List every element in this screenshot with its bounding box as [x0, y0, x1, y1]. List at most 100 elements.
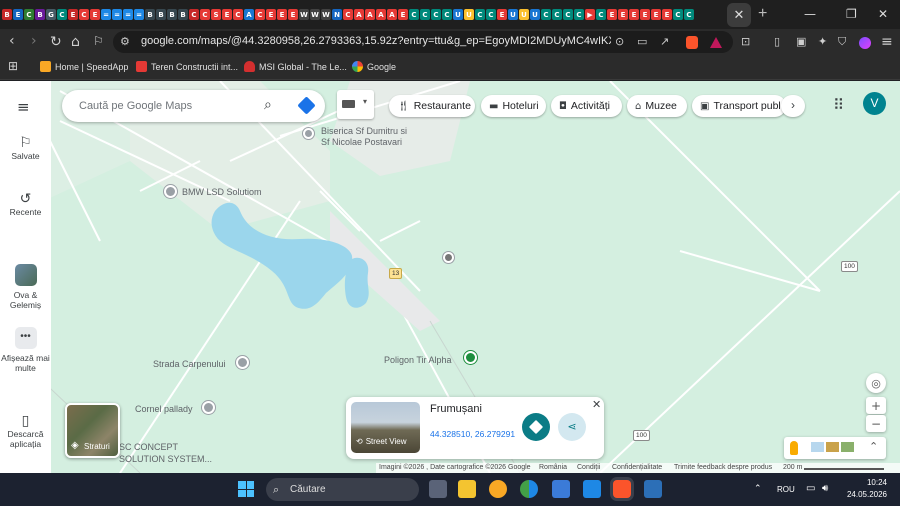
tab-favicon[interactable]: U — [453, 9, 463, 20]
tab-favicon[interactable]: W — [299, 9, 309, 20]
attribution-country[interactable]: România — [539, 464, 567, 471]
tab-favicon[interactable]: C — [541, 9, 551, 20]
sidebar-search-icon[interactable]: ⊡ — [741, 35, 750, 48]
maps-menu-icon[interactable]: ≡ — [17, 98, 30, 116]
attribution-terms[interactable]: Condiții — [577, 464, 600, 471]
tab-favicon[interactable]: = — [123, 9, 133, 20]
extensions-icon[interactable]: ✦ — [818, 35, 827, 48]
church-pin-icon[interactable] — [303, 128, 314, 139]
tab-favicon[interactable]: B — [35, 9, 45, 20]
site-settings-icon[interactable]: ⚙ — [120, 35, 130, 48]
chip-transit[interactable]: ▣ Transport publ — [692, 95, 786, 117]
bmw-pin-icon[interactable] — [164, 185, 177, 198]
tab-favicon[interactable]: A — [365, 9, 375, 20]
bookmark-speedapp[interactable]: Home | SpeedApp — [40, 61, 128, 72]
attribution-privacy[interactable]: Confidențialitate — [612, 464, 662, 471]
rail-recent[interactable]: ↺ Recente — [0, 192, 51, 217]
pegman-icon[interactable] — [790, 441, 798, 455]
tab-favicon[interactable]: C — [431, 9, 441, 20]
brave-taskbar-icon[interactable] — [613, 480, 631, 498]
search-icon[interactable]: ⌕ — [264, 97, 272, 113]
home-icon[interactable]: ⌂ — [71, 34, 80, 50]
street-view-label[interactable]: ⟲ Street View — [356, 437, 406, 446]
maps-search-input[interactable]: Caută pe Google Maps — [79, 100, 192, 112]
tab-favicon[interactable]: E — [629, 9, 639, 20]
taskbar-search[interactable] — [266, 478, 419, 501]
tab-favicon[interactable]: G — [46, 9, 56, 20]
terrain-view-icon[interactable] — [826, 442, 839, 452]
tab-favicon[interactable]: C — [442, 9, 452, 20]
tab-favicon[interactable]: E — [618, 9, 628, 20]
tab-favicon[interactable]: W — [321, 9, 331, 20]
menu-icon[interactable]: ≡ — [881, 34, 893, 50]
tab-favicon[interactable]: C — [233, 9, 243, 20]
tab-favicon[interactable]: U — [530, 9, 540, 20]
attribution-feedback[interactable]: Trimite feedback despre produs — [674, 464, 772, 471]
store-icon[interactable] — [552, 480, 570, 498]
tab-favicon[interactable]: N — [332, 9, 342, 20]
tab-favicon[interactable]: W — [310, 9, 320, 20]
minimize-icon[interactable]: — — [804, 7, 816, 21]
card-share-button[interactable]: ⋖ — [558, 413, 586, 441]
tab-favicon[interactable]: = — [101, 9, 111, 20]
tab-favicon[interactable]: = — [134, 9, 144, 20]
zoom-out-button[interactable]: − — [866, 415, 886, 432]
tab-favicon[interactable]: C — [475, 9, 485, 20]
tab-favicon[interactable]: E — [497, 9, 507, 20]
forward-icon[interactable]: › — [31, 33, 37, 49]
tab-favicon[interactable]: E — [607, 9, 617, 20]
sidebar-icon[interactable]: ▯ — [774, 35, 780, 48]
url-text[interactable]: google.com/maps/@44.3280958,26.2793363,1… — [141, 35, 611, 47]
poligon-pin-icon[interactable] — [464, 351, 477, 364]
reload-icon[interactable]: ↻ — [50, 34, 62, 50]
brave-shields-icon[interactable] — [686, 36, 698, 49]
new-tab-button[interactable]: + — [758, 5, 767, 23]
tab-favicon[interactable]: C — [574, 9, 584, 20]
rail-show-more[interactable]: ••• Afișează mai multe — [0, 327, 51, 373]
calculator-icon[interactable] — [644, 480, 662, 498]
expand-controls-icon[interactable]: ⌃ — [869, 440, 878, 453]
carpenului-label[interactable]: Strada Carpenului — [153, 359, 226, 369]
tab-favicon[interactable]: C — [79, 9, 89, 20]
tab-favicon[interactable]: E — [266, 9, 276, 20]
church-label[interactable]: Biserica Sf Dumitru si Sf Nicolae Postav… — [321, 126, 407, 148]
zoom-in-button[interactable]: + — [866, 397, 886, 414]
close-window-icon[interactable]: ✕ — [878, 7, 888, 21]
install-app-icon[interactable]: ▭ — [637, 35, 647, 48]
tab-favicon[interactable]: A — [354, 9, 364, 20]
brave-rewards-icon[interactable] — [710, 37, 722, 48]
tab-favicon[interactable]: C — [563, 9, 573, 20]
globe-view-icon[interactable] — [811, 442, 824, 452]
tab-favicon[interactable]: C — [684, 9, 694, 20]
file-explorer-icon[interactable] — [458, 480, 476, 498]
task-view-icon[interactable] — [429, 480, 447, 498]
location-icon[interactable]: ⊙ — [615, 35, 624, 48]
scale-label[interactable]: 200 m — [783, 464, 802, 471]
apps-grid-icon[interactable]: ⊞ — [8, 59, 18, 73]
bookmark-msi[interactable]: MSI Global - The Le... — [244, 61, 347, 72]
rail-ova-gelemis[interactable]: Ova & Gelemiș — [0, 264, 51, 310]
mail-icon[interactable] — [583, 480, 601, 498]
tab-favicon[interactable]: C — [57, 9, 67, 20]
unknown-pin-icon[interactable] — [443, 252, 454, 263]
chip-hotels[interactable]: ▬ Hoteluri — [481, 95, 546, 117]
tab-favicon[interactable]: E — [640, 9, 650, 20]
maximize-icon[interactable]: ❐ — [846, 7, 857, 21]
tab-favicon[interactable]: S — [211, 9, 221, 20]
weather-icon[interactable] — [489, 480, 507, 498]
tab-favicon[interactable]: C — [409, 9, 419, 20]
tab-favicon[interactable]: E — [651, 9, 661, 20]
tab-favicon[interactable]: B — [178, 9, 188, 20]
chip-activities[interactable]: ◘ Activități — [551, 95, 622, 117]
google-apps-icon[interactable]: ⠿ — [833, 96, 844, 114]
taskbar-search-input[interactable]: Căutare — [290, 484, 326, 495]
bookmark-teren[interactable]: Teren Constructii int... — [136, 61, 238, 72]
tab-favicon[interactable]: C — [255, 9, 265, 20]
place-title[interactable]: Frumușani — [430, 403, 482, 415]
tab-favicon[interactable]: A — [387, 9, 397, 20]
tab-favicon[interactable]: E — [277, 9, 287, 20]
rail-download-app[interactable]: ▯ Descarcă aplicația — [0, 414, 51, 449]
cornel-label[interactable]: Cornel pallady — [135, 404, 193, 414]
tab-favicon[interactable]: = — [112, 9, 122, 20]
tab-favicon[interactable]: C — [24, 9, 34, 20]
